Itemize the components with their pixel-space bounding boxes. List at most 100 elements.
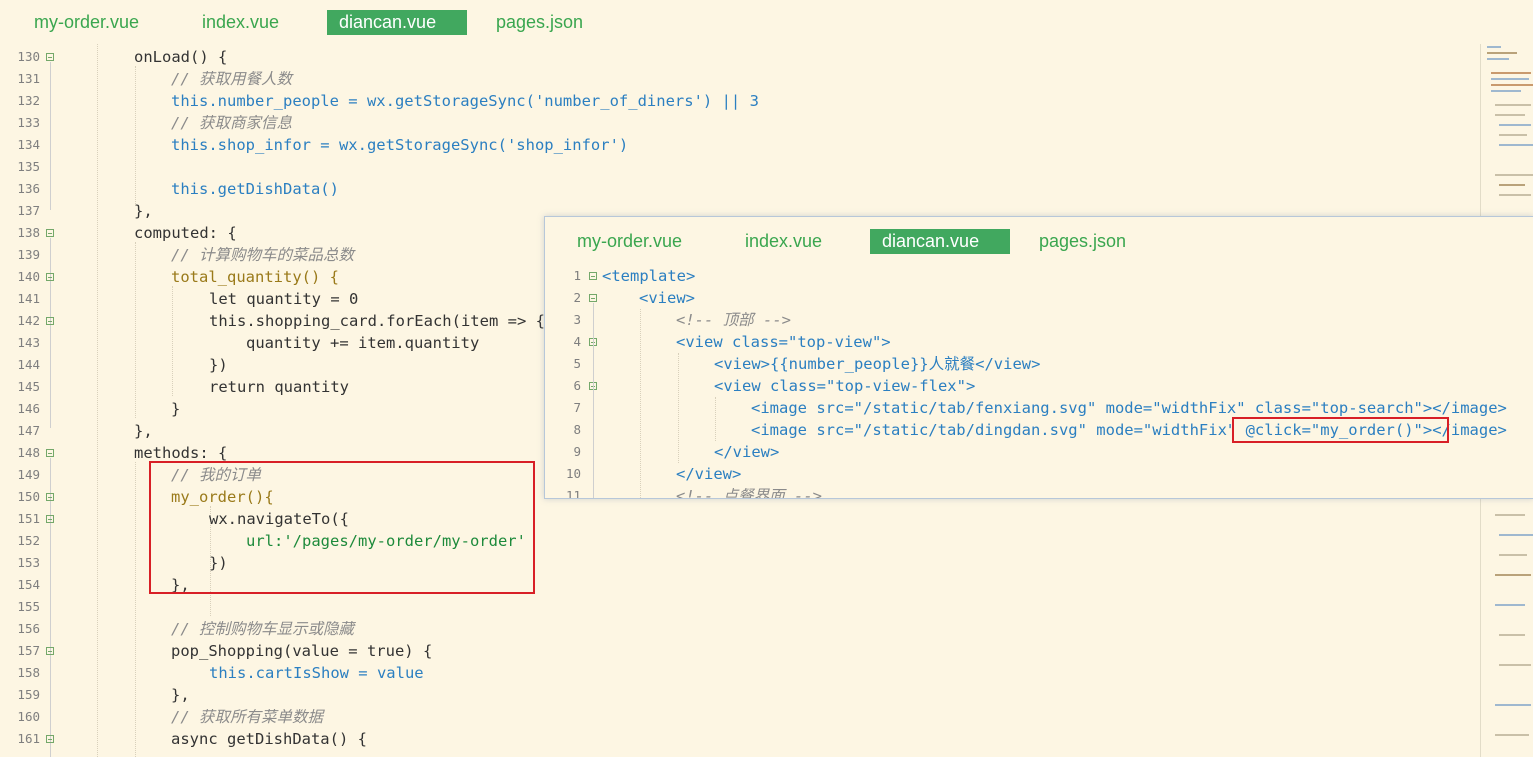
fold-toggle-icon[interactable]: [46, 449, 54, 457]
line-number: 2: [573, 290, 581, 305]
popup-tab-diancan-vue[interactable]: diancan.vue: [870, 229, 1010, 254]
popup-tab-index-vue[interactable]: index.vue: [733, 229, 834, 254]
minimap-line: [1499, 124, 1531, 126]
fold-toggle-icon[interactable]: [46, 317, 54, 325]
minimap-line: [1499, 194, 1531, 196]
indent-guide: [678, 353, 680, 463]
fold-range-line: [593, 303, 594, 498]
line-number: 142: [17, 313, 40, 328]
code-line: this.getDishData(): [171, 180, 339, 198]
line-number: 134: [17, 137, 40, 152]
code-line: },: [171, 686, 190, 704]
line-number: 137: [17, 203, 40, 218]
tab-index-vue[interactable]: index.vue: [190, 10, 291, 35]
code-comment: // 获取商家信息: [171, 114, 292, 132]
minimap-line: [1495, 604, 1525, 606]
code-line: <view class="top-view">: [676, 333, 891, 351]
minimap-line: [1499, 554, 1527, 556]
fold-toggle-icon[interactable]: [46, 493, 54, 501]
tab-diancan-vue[interactable]: diancan.vue: [327, 10, 467, 35]
line-number: 131: [17, 71, 40, 86]
highlight-box-my-order-method: [149, 461, 535, 594]
code-line: <template>: [602, 267, 696, 285]
line-number: 8: [573, 422, 581, 437]
code-line: }: [171, 400, 181, 418]
minimap-line: [1491, 72, 1531, 74]
line-number: 160: [17, 709, 40, 724]
popup-tab-bar: my-order.vue index.vue diancan.vue pages…: [545, 217, 1533, 259]
minimap-line: [1487, 58, 1509, 60]
line-number: 150: [17, 489, 40, 504]
indent-guide: [715, 397, 717, 441]
minimap-line: [1487, 46, 1501, 48]
fold-range-line: [50, 458, 51, 757]
fold-toggle-icon[interactable]: [46, 229, 54, 237]
minimap-line: [1495, 174, 1533, 176]
minimap-line: [1499, 134, 1527, 136]
indent-guide: [172, 286, 174, 396]
code-line: computed: {: [134, 224, 237, 242]
code-line: this.number_people = wx.getStorageSync('…: [171, 92, 759, 110]
indent-guide: [640, 309, 642, 498]
line-number: 130: [17, 49, 40, 64]
fold-toggle-icon[interactable]: [46, 647, 54, 655]
line-number: 149: [17, 467, 40, 482]
code-comment: <!-- 点餐界面 -->: [676, 487, 822, 499]
line-number: 5: [573, 356, 581, 371]
minimap-line: [1499, 144, 1533, 146]
line-number: 148: [17, 445, 40, 460]
fold-toggle-icon[interactable]: [46, 515, 54, 523]
line-number: 155: [17, 599, 40, 614]
code-line: total_quantity() {: [171, 268, 339, 286]
minimap-line: [1495, 104, 1531, 106]
code-line: <view>: [639, 289, 695, 307]
code-line: quantity += item.quantity: [246, 334, 480, 352]
code-line: pop_Shopping(value = true) {: [171, 642, 433, 660]
line-number: 157: [17, 643, 40, 658]
popup-tab-my-order-vue[interactable]: my-order.vue: [565, 229, 694, 254]
line-number: 151: [17, 511, 40, 526]
code-line: this.shopping_card.forEach(item => {: [209, 312, 545, 330]
line-number: 156: [17, 621, 40, 636]
code-line: </view>: [714, 443, 780, 461]
minimap-line: [1495, 114, 1525, 116]
fold-toggle-icon[interactable]: [46, 273, 54, 281]
tab-pages-json[interactable]: pages.json: [484, 10, 595, 35]
code-line: <view>{{number_people}}人就餐</view>: [714, 355, 1041, 373]
code-line: async getDishData() {: [171, 730, 367, 748]
line-number: 135: [17, 159, 40, 174]
tab-my-order-vue[interactable]: my-order.vue: [22, 10, 151, 35]
fold-toggle-icon[interactable]: [589, 294, 597, 302]
code-line: </view>: [676, 465, 742, 483]
fold-range-line: [50, 62, 51, 210]
code-comment: // 控制购物车显示或隐藏: [171, 620, 354, 638]
line-number: 153: [17, 555, 40, 570]
line-number: 159: [17, 687, 40, 702]
indent-guide: [135, 462, 137, 757]
code-comment: // 获取所有菜单数据: [171, 708, 323, 726]
code-line: },: [134, 202, 153, 220]
fold-toggle-icon[interactable]: [589, 272, 597, 280]
code-line: let quantity = 0: [209, 290, 359, 308]
minimap-line: [1499, 634, 1525, 636]
fold-toggle-icon[interactable]: [46, 53, 54, 61]
code-comment: <!-- 顶部 -->: [676, 311, 791, 329]
line-number: 145: [17, 379, 40, 394]
code-line: this.cartIsShow = value: [209, 664, 424, 682]
template-preview-popup: my-order.vue index.vue diancan.vue pages…: [544, 216, 1533, 499]
popup-tab-pages-json[interactable]: pages.json: [1027, 229, 1138, 254]
highlight-box-click-handler: [1232, 417, 1449, 443]
minimap-line: [1487, 52, 1517, 54]
line-number: 1: [573, 268, 581, 283]
line-number: 154: [17, 577, 40, 592]
code-line: },: [134, 422, 153, 440]
code-line: this.shop_infor = wx.getStorageSync('sho…: [171, 136, 629, 154]
line-number: 138: [17, 225, 40, 240]
line-number: 152: [17, 533, 40, 548]
line-number: 133: [17, 115, 40, 130]
line-number: 141: [17, 291, 40, 306]
line-number: 147: [17, 423, 40, 438]
line-number: 132: [17, 93, 40, 108]
fold-toggle-icon[interactable]: [46, 735, 54, 743]
line-number: 139: [17, 247, 40, 262]
